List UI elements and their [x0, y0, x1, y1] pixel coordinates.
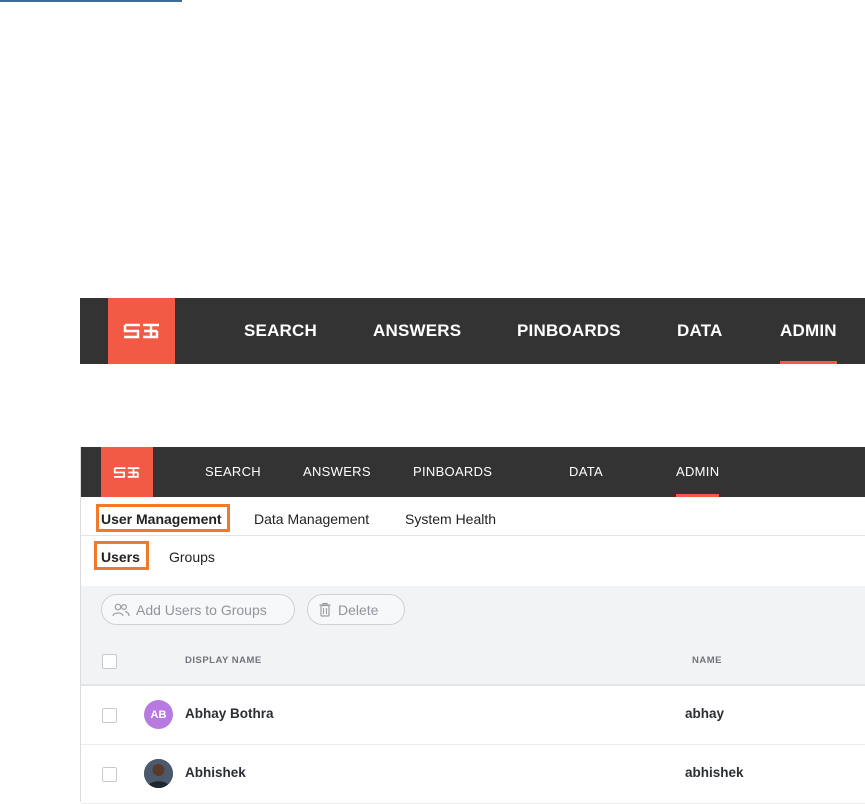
nav-pinboards[interactable]: PINBOARDS: [413, 447, 492, 497]
nav-pinboards[interactable]: PINBOARDS: [517, 298, 621, 364]
table-row[interactable]: AB Abhay Bothra abhay: [81, 686, 865, 745]
avatar: AB: [144, 700, 173, 729]
add-users-icon: [112, 603, 130, 617]
trash-icon: [318, 602, 332, 617]
top-nav-bar: SEARCH ANSWERS PINBOARDS DATA ADMIN: [81, 447, 865, 497]
column-header-name[interactable]: NAME: [692, 655, 722, 666]
thoughtspot-logo[interactable]: [108, 298, 175, 364]
nav-answers[interactable]: ANSWERS: [303, 447, 371, 497]
display-name-cell: Abhay Bothra: [185, 706, 274, 721]
nav-answers[interactable]: ANSWERS: [373, 298, 461, 364]
avatar: [144, 759, 173, 788]
nav-admin[interactable]: ADMIN: [780, 298, 837, 364]
select-all-checkbox[interactable]: [102, 654, 117, 669]
add-users-to-groups-button[interactable]: Add Users to Groups: [101, 594, 295, 625]
delete-label: Delete: [338, 601, 379, 618]
table-row[interactable]: Abhishek abhishek: [81, 745, 865, 804]
logo-icon: [123, 323, 159, 339]
thoughtspot-logo-small[interactable]: [101, 447, 153, 497]
admin-section-tabs: User Management Data Management System H…: [81, 497, 865, 536]
column-header-display-name[interactable]: DISPLAY NAME: [185, 655, 262, 666]
nav-data[interactable]: DATA: [677, 298, 723, 364]
nav-data[interactable]: DATA: [569, 447, 603, 497]
tab-data-management[interactable]: Data Management: [254, 511, 369, 527]
row-checkbox[interactable]: [102, 708, 117, 723]
name-cell: abhay: [685, 706, 725, 721]
nav-admin-label: ADMIN: [780, 321, 837, 340]
top-link-underline: [0, 0, 182, 2]
tab-users[interactable]: Users: [101, 549, 140, 565]
nav-search[interactable]: SEARCH: [205, 447, 261, 497]
delete-button[interactable]: Delete: [307, 594, 405, 625]
top-nav-bar-large: SEARCH ANSWERS PINBOARDS DATA ADMIN: [80, 298, 865, 364]
add-users-to-groups-label: Add Users to Groups: [136, 601, 267, 618]
user-management-tabs: Users Groups: [81, 536, 865, 586]
user-photo-icon: [144, 759, 173, 788]
nav-admin[interactable]: ADMIN: [676, 447, 720, 497]
users-table-header: DISPLAY NAME NAME: [81, 638, 865, 686]
nav-admin-label: ADMIN: [676, 464, 720, 479]
display-name-cell: Abhishek: [185, 765, 246, 780]
active-tab-indicator: [780, 361, 837, 364]
tab-groups[interactable]: Groups: [169, 549, 215, 565]
tab-system-health[interactable]: System Health: [405, 511, 496, 527]
row-checkbox[interactable]: [102, 767, 117, 782]
name-cell: abhishek: [685, 765, 744, 780]
nav-search[interactable]: SEARCH: [244, 298, 317, 364]
logo-icon: [113, 466, 140, 478]
admin-user-management-panel: SEARCH ANSWERS PINBOARDS DATA ADMIN User…: [80, 447, 865, 804]
actions-toolbar: Add Users to Groups Delete: [81, 586, 865, 638]
tab-user-management[interactable]: User Management: [101, 511, 222, 527]
